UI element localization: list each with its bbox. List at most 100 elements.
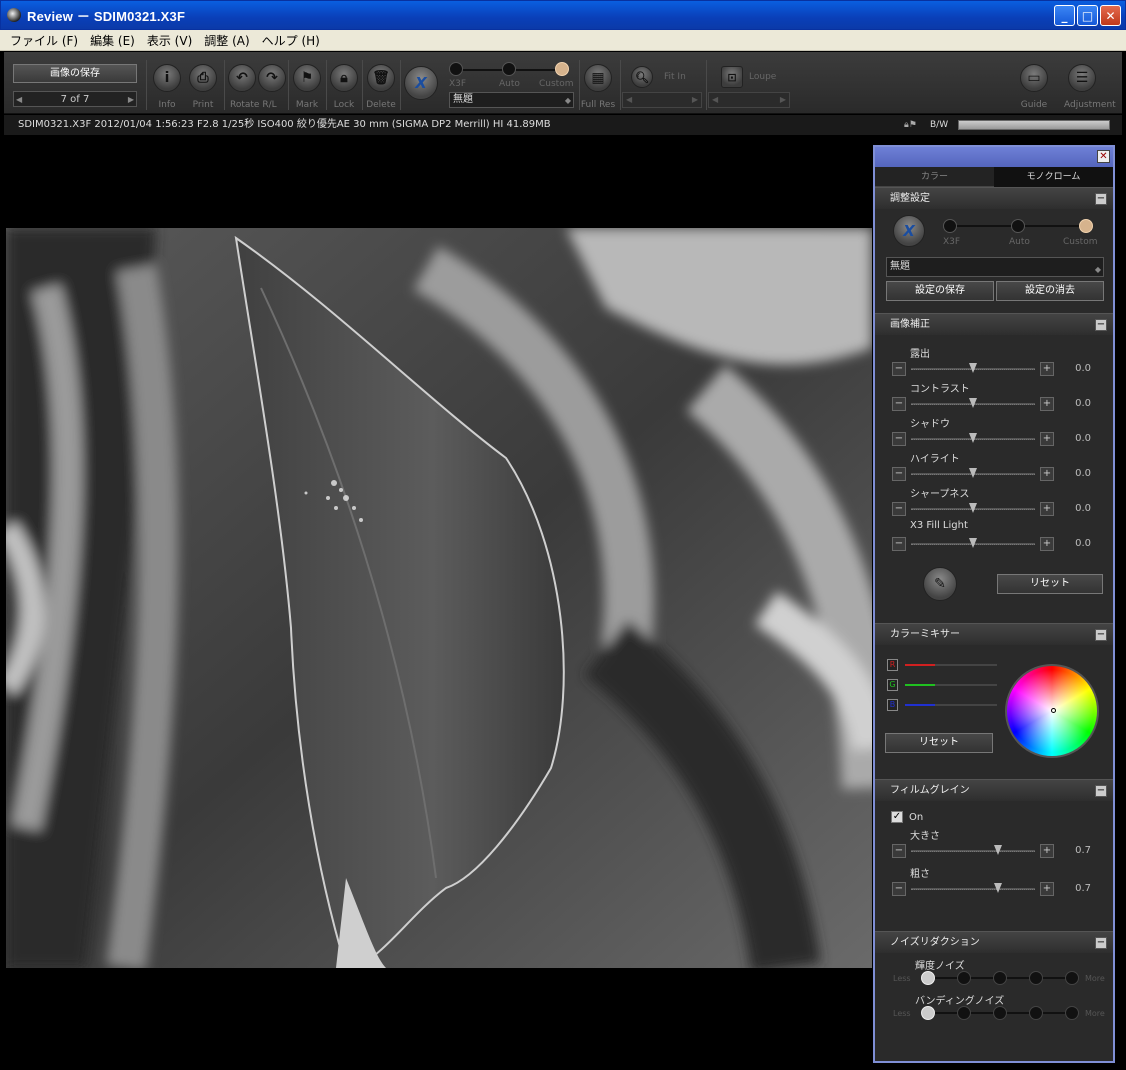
slider-label: シャドウ: [910, 419, 950, 430]
decrease-button[interactable]: −: [892, 432, 906, 446]
guide-button[interactable]: ▭ Guide: [1016, 64, 1052, 110]
mode-custom-dot-panel[interactable]: [1079, 219, 1093, 233]
increase-button[interactable]: +: [1040, 397, 1054, 411]
decrease-button[interactable]: −: [892, 537, 906, 551]
mode-auto-dot-panel[interactable]: [1011, 219, 1025, 233]
slider-track[interactable]: [911, 850, 1035, 852]
noise-level-dot[interactable]: [957, 971, 971, 985]
loupe-field: ◀ ▶: [708, 92, 790, 108]
menu-help[interactable]: ヘルプ (H): [256, 32, 326, 49]
mode-select[interactable]: 無題 ◆: [449, 92, 574, 108]
mode-auto-dot[interactable]: [502, 62, 516, 76]
menu-file[interactable]: ファイル (F): [4, 32, 84, 49]
increase-button[interactable]: +: [1040, 432, 1054, 446]
mark-button[interactable]: ⚑ Mark: [289, 64, 325, 110]
auto-correct-button[interactable]: ✎: [923, 567, 957, 601]
menu-adjust[interactable]: 調整 (A): [198, 32, 255, 49]
save-settings-button[interactable]: 設定の保存: [886, 281, 994, 301]
grain-on-checkbox[interactable]: ✓: [891, 811, 903, 823]
decrease-button[interactable]: −: [892, 502, 906, 516]
noise-level-dot[interactable]: [1029, 971, 1043, 985]
mixer-channel-row[interactable]: R: [887, 659, 1007, 673]
noise-header[interactable]: ノイズリダクション −: [875, 931, 1113, 953]
collapse-icon[interactable]: −: [1095, 193, 1107, 205]
grain-header[interactable]: フィルムグレイン −: [875, 779, 1113, 801]
increase-button[interactable]: +: [1040, 537, 1054, 551]
noise-level-dot[interactable]: [1065, 1006, 1079, 1020]
noise-level-dot[interactable]: [921, 1006, 935, 1020]
mixer-reset-button[interactable]: リセット: [885, 733, 993, 753]
noise-level-dot[interactable]: [993, 1006, 1007, 1020]
increase-button[interactable]: +: [1040, 882, 1054, 896]
decrease-button[interactable]: −: [892, 882, 906, 896]
minimize-button[interactable]: _: [1054, 5, 1075, 26]
tab-color[interactable]: カラー: [875, 167, 994, 187]
slider-knob[interactable]: [969, 538, 977, 548]
save-image-button[interactable]: 画像の保存: [13, 64, 137, 83]
info-button[interactable]: i Info: [149, 64, 185, 110]
tab-monochrome[interactable]: モノクローム: [994, 167, 1113, 187]
fit-in-button[interactable]: 🔍︎: [630, 66, 654, 88]
slider-knob[interactable]: [994, 883, 1002, 893]
mixer-channel-row[interactable]: G: [887, 679, 1007, 693]
noise-level-dot[interactable]: [921, 971, 935, 985]
next-image-button[interactable]: ▶: [128, 95, 134, 104]
slider-knob[interactable]: [994, 845, 1002, 855]
collapse-icon[interactable]: −: [1095, 319, 1107, 331]
loupe-button[interactable]: ⊡: [720, 66, 744, 88]
increase-button[interactable]: +: [1040, 362, 1054, 376]
noise-level-dot[interactable]: [1029, 1006, 1043, 1020]
collapse-icon[interactable]: −: [1095, 785, 1107, 797]
mixer-header[interactable]: カラーミキサー −: [875, 623, 1113, 645]
correction-reset-button[interactable]: リセット: [997, 574, 1103, 594]
mode-custom-dot[interactable]: [555, 62, 569, 76]
increase-button[interactable]: +: [1040, 844, 1054, 858]
delete-label: Delete: [366, 100, 396, 110]
lock-button[interactable]: 🔒︎ Lock: [326, 64, 362, 110]
delete-settings-button[interactable]: 設定の消去: [996, 281, 1104, 301]
decrease-button[interactable]: −: [892, 467, 906, 481]
delete-button[interactable]: 🗑︎ Delete: [363, 64, 399, 110]
prev-image-button[interactable]: ◀: [16, 95, 22, 104]
spinner-icon: ◆: [1094, 265, 1101, 274]
increase-button[interactable]: +: [1040, 502, 1054, 516]
noise-level-dot[interactable]: [957, 1006, 971, 1020]
mode-x3f-dot-panel[interactable]: [943, 219, 957, 233]
settings-select[interactable]: 無題 ◆: [886, 257, 1104, 277]
slider-knob[interactable]: [969, 468, 977, 478]
color-wheel-cursor[interactable]: [1051, 708, 1056, 713]
slider-knob[interactable]: [969, 433, 977, 443]
adjustment-button[interactable]: ☰ Adjustment: [1064, 64, 1116, 110]
slider-row: コントラスト − +0.0: [875, 378, 1113, 413]
x3f-mode-button-panel[interactable]: X: [893, 215, 925, 247]
panel-close-button[interactable]: ✕: [1097, 150, 1110, 163]
full-res-button[interactable]: ▦ Full Res: [580, 64, 616, 110]
mode-x3f-dot[interactable]: [449, 62, 463, 76]
slider-track[interactable]: [911, 888, 1035, 890]
rotate-right-button[interactable]: ↷: [254, 64, 290, 92]
menu-edit[interactable]: 編集 (E): [84, 32, 141, 49]
collapse-icon[interactable]: −: [1095, 937, 1107, 949]
noise-level-dot[interactable]: [993, 971, 1007, 985]
mixer-channel-row[interactable]: B: [887, 699, 1007, 713]
correction-header[interactable]: 画像補正 −: [875, 313, 1113, 335]
slider-knob[interactable]: [969, 503, 977, 513]
decrease-button[interactable]: −: [892, 844, 906, 858]
noise-level-dot[interactable]: [1065, 971, 1079, 985]
color-wheel[interactable]: [1005, 664, 1099, 758]
decrease-button[interactable]: −: [892, 397, 906, 411]
guide-icon: ▭: [1020, 64, 1048, 92]
decrease-button[interactable]: −: [892, 362, 906, 376]
slider-knob[interactable]: [969, 363, 977, 373]
channel-chip: G: [887, 679, 898, 691]
x3f-mode-button[interactable]: X: [404, 66, 438, 100]
settings-header[interactable]: 調整設定 −: [875, 187, 1113, 209]
menu-view[interactable]: 表示 (V): [141, 32, 198, 49]
print-button[interactable]: ⎙ Print: [185, 64, 221, 110]
collapse-icon[interactable]: −: [1095, 629, 1107, 641]
fit-in-field: ◀ ▶: [622, 92, 702, 108]
slider-knob[interactable]: [969, 398, 977, 408]
maximize-button[interactable]: □: [1077, 5, 1098, 26]
close-button[interactable]: ✕: [1100, 5, 1121, 26]
increase-button[interactable]: +: [1040, 467, 1054, 481]
